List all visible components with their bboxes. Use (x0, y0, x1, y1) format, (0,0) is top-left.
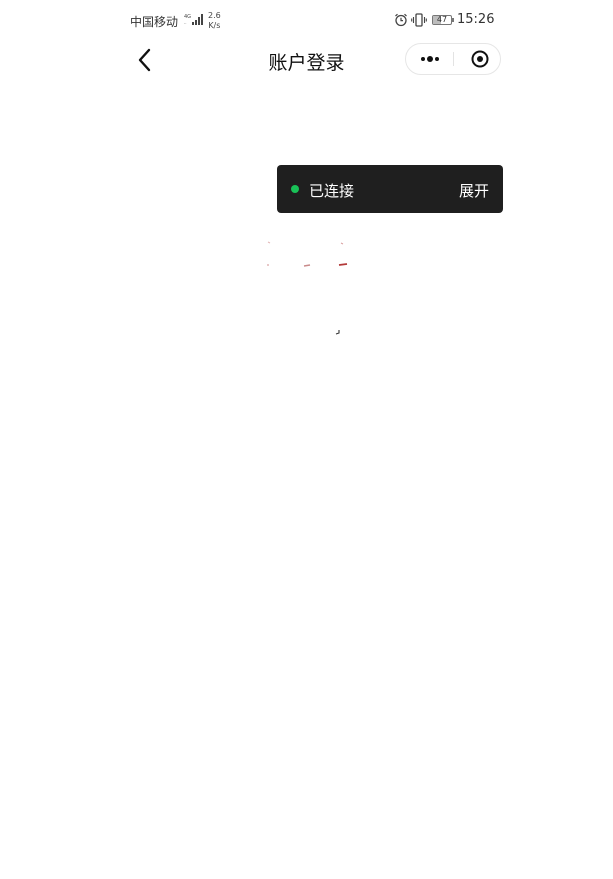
back-button[interactable] (132, 46, 158, 74)
loading-artifact (267, 241, 348, 267)
signal-icon: 4G .. (184, 14, 203, 25)
network-speed-unit: K/s (208, 21, 221, 30)
loading-artifact (335, 330, 340, 335)
capsule-menu (405, 43, 501, 75)
battery-icon: 47 (432, 15, 454, 25)
nav-bar: 账户登录 (0, 40, 613, 80)
expand-button[interactable]: 展开 (459, 180, 489, 201)
more-button[interactable] (406, 44, 454, 74)
target-close-icon (471, 50, 489, 68)
battery-percent: 47 (436, 15, 448, 24)
close-miniprogram-button[interactable] (454, 44, 500, 74)
carrier-name: 中国移动 (130, 15, 179, 29)
more-dots-icon (421, 56, 439, 62)
connection-toast[interactable]: 已连接 展开 (277, 165, 503, 213)
page-title: 账户登录 (268, 52, 345, 74)
network-speed-value: 2.6 (208, 11, 221, 20)
clock-time: 15:26 (457, 12, 495, 27)
connection-status-text: 已连接 (309, 182, 355, 200)
status-bar: 中国移动 4G .. 2.6 K/s 47 15:26 (0, 0, 613, 40)
vibrate-icon (411, 13, 427, 27)
chevron-left-icon (138, 48, 151, 72)
status-dot-icon (291, 185, 299, 193)
svg-text:..: .. (184, 20, 187, 25)
network-speed: 2.6 K/s (208, 11, 221, 31)
alarm-icon (395, 13, 407, 27)
